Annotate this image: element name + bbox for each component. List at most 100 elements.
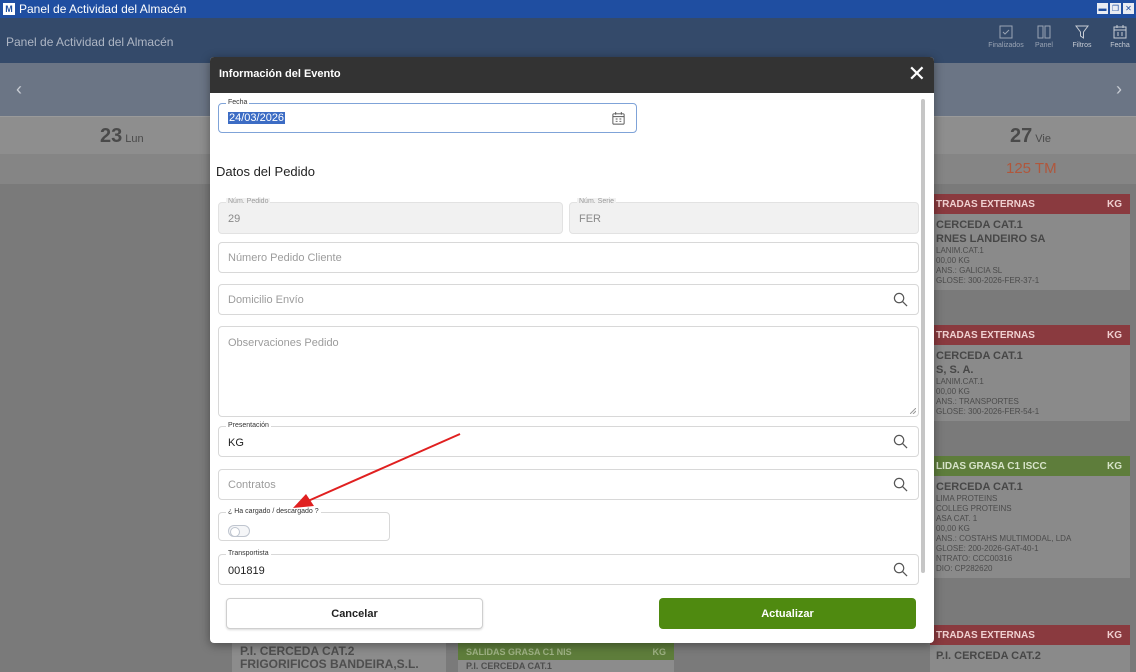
card-header: SALIDAS GRASA C1 NIS KG: [458, 643, 674, 660]
card-line: 00,00 KG: [936, 256, 970, 265]
tool-panel-label: Panel: [1035, 42, 1053, 49]
card-unit: KG: [1107, 198, 1122, 210]
transportista-field[interactable]: Transportista 001819: [218, 550, 919, 585]
card-line: ANS.: GALICIA SL: [936, 266, 1003, 275]
tool-fecha[interactable]: Fecha: [1104, 24, 1136, 49]
card-line: CERCEDA CAT.1: [936, 481, 1023, 493]
day-name: Vie: [1035, 133, 1051, 145]
numero-pedido-cliente-input[interactable]: Número Pedido Cliente: [218, 242, 919, 273]
card-line: GLOSE: 300-2026-FER-37-1: [936, 276, 1040, 285]
fecha-input[interactable]: 24/03/2026: [228, 112, 286, 124]
day-header-fri: 27 Vie: [1010, 125, 1051, 148]
observaciones-pedido-textarea[interactable]: Observaciones Pedido: [218, 326, 919, 417]
calendar-icon[interactable]: [611, 111, 626, 126]
card-header: TRADAS EXTERNAS KG: [930, 194, 1130, 214]
card-line: P.I. CERCEDA CAT.2: [936, 650, 1041, 662]
card-line: 00,00 KG: [936, 387, 970, 396]
tool-finalizados-label: Finalizados: [988, 42, 1024, 49]
domicilio-envio-input[interactable]: Domicilio Envío: [218, 284, 919, 315]
search-icon[interactable]: [893, 292, 908, 307]
event-card[interactable]: LIDAS GRASA C1 ISCC KG CERCEDA CAT.1 LIMA…: [930, 456, 1130, 578]
tool-filtros-label: Filtros: [1072, 42, 1092, 49]
card-line: FRIGORIFICOS BANDEIRA,S.L.: [240, 657, 419, 671]
dialog-title: Información del Evento: [219, 68, 341, 80]
cargado-toggle[interactable]: [228, 525, 250, 537]
card-line: RNES LANDEIRO SA: [936, 233, 1046, 245]
card-line: GLOSE: 200-2026-GAT-40-1: [936, 544, 1039, 553]
presentacion-field[interactable]: Presentación KG: [218, 422, 919, 457]
card-line: CERCEDA CAT.1: [936, 219, 1023, 231]
filter-icon: [1075, 25, 1089, 39]
card-type: LIDAS GRASA C1 ISCC: [936, 460, 1047, 472]
cancel-button[interactable]: Cancelar: [226, 598, 483, 629]
transportista-value[interactable]: 001819: [228, 565, 265, 577]
card-line: LANIM.CAT.1: [936, 246, 984, 255]
fecha-field[interactable]: Fecha 24/03/2026: [218, 99, 637, 133]
contratos-placeholder: Contratos: [228, 479, 276, 491]
update-button[interactable]: Actualizar: [659, 598, 916, 629]
transportista-label: Transportista: [226, 550, 271, 557]
card-line: ANS.: TRANSPORTES: [936, 397, 1019, 406]
scrollbar-thumb[interactable]: [921, 99, 925, 573]
event-card[interactable]: P.I. CERCEDA CAT.2 FRIGORIFICOS BANDEIRA…: [232, 643, 446, 672]
app-title: Panel de Actividad del Almacén: [6, 35, 174, 49]
card-line: NTRATO: CCC00316: [936, 554, 1013, 563]
card-line: ASA CAT. 1: [936, 514, 978, 523]
presentacion-value[interactable]: KG: [228, 437, 244, 449]
card-line: LIMA PROTEINS: [936, 494, 998, 503]
next-week-button[interactable]: ›: [1116, 79, 1122, 100]
minimize-button[interactable]: ▬: [1097, 3, 1108, 14]
tool-fecha-label: Fecha: [1110, 42, 1130, 49]
tool-filtros[interactable]: Filtros: [1066, 24, 1098, 49]
card-line: ANS.: COSTAHS MULTIMODAL, LDA: [936, 534, 1072, 543]
dialog-scrollbar[interactable]: [920, 95, 926, 575]
day-number: 23: [100, 125, 123, 147]
card-type: TRADAS EXTERNAS: [936, 629, 1035, 641]
cargado-label: ¿ Ha cargado / descargado ?: [226, 508, 321, 515]
card-header: TRADAS EXTERNAS KG: [930, 625, 1130, 645]
day-total: 125 TM: [1006, 160, 1057, 177]
event-card[interactable]: TRADAS EXTERNAS KG CERCEDA CAT.1 S, S. A.…: [930, 325, 1130, 421]
tool-finalizados[interactable]: Finalizados: [988, 24, 1024, 49]
check-square-icon: [999, 25, 1013, 39]
cargado-toggle-field: ¿ Ha cargado / descargado ?: [218, 508, 390, 541]
card-type: TRADAS EXTERNAS: [936, 329, 1035, 341]
window-close-button[interactable]: ✕: [1123, 3, 1134, 14]
card-line: CERCEDA CAT.1: [936, 350, 1023, 362]
event-card[interactable]: TRADAS EXTERNAS KG P.I. CERCEDA CAT.2: [930, 625, 1130, 672]
presentacion-label: Presentación: [226, 422, 271, 429]
card-header: LIDAS GRASA C1 ISCC KG: [930, 456, 1130, 476]
window-title: Panel de Actividad del Almacén: [19, 2, 187, 16]
card-line: P.I. CERCEDA CAT.1: [466, 661, 552, 671]
card-line: 00,00 KG: [936, 524, 970, 533]
fecha-label: Fecha: [226, 99, 250, 106]
event-card[interactable]: TRADAS EXTERNAS KG CERCEDA CAT.1 RNES LAN…: [930, 194, 1130, 290]
search-icon[interactable]: [893, 477, 908, 492]
tool-panel[interactable]: Panel: [1028, 24, 1060, 49]
search-icon[interactable]: [893, 562, 908, 577]
app-icon: M: [3, 3, 15, 15]
num-pedido-field: Núm. Pedido 29: [218, 198, 563, 234]
card-line: GLOSE: 300-2026-FER-54-1: [936, 407, 1040, 416]
close-icon[interactable]: ✕: [908, 63, 926, 85]
num-pedido-value: 29: [228, 213, 241, 225]
card-unit: KG: [1107, 329, 1122, 341]
search-icon[interactable]: [893, 434, 908, 449]
numero-pedido-cliente-placeholder: Número Pedido Cliente: [228, 252, 342, 264]
event-card[interactable]: SALIDAS GRASA C1 NIS KG P.I. CERCEDA CAT…: [458, 643, 674, 672]
num-serie-value: FER: [579, 213, 601, 225]
event-info-dialog: Información del Evento ✕ Fecha 24/03/202…: [210, 57, 934, 643]
day-number: 27: [1010, 125, 1033, 147]
section-title: Datos del Pedido: [216, 164, 316, 179]
resize-handle-icon[interactable]: [910, 408, 916, 414]
card-unit: KG: [1107, 460, 1122, 472]
day-header-mon: 23 Lun: [100, 125, 144, 148]
calendar-icon: [1113, 25, 1127, 39]
maximize-button[interactable]: ❐: [1110, 3, 1121, 14]
contratos-input[interactable]: Contratos: [218, 469, 919, 500]
panel-icon: [1037, 25, 1051, 39]
num-serie-label: Núm. Serie: [577, 198, 617, 205]
prev-week-button[interactable]: ‹: [16, 79, 22, 100]
num-serie-field: Núm. Serie FER: [569, 198, 919, 234]
num-pedido-label: Núm. Pedido: [226, 198, 271, 205]
